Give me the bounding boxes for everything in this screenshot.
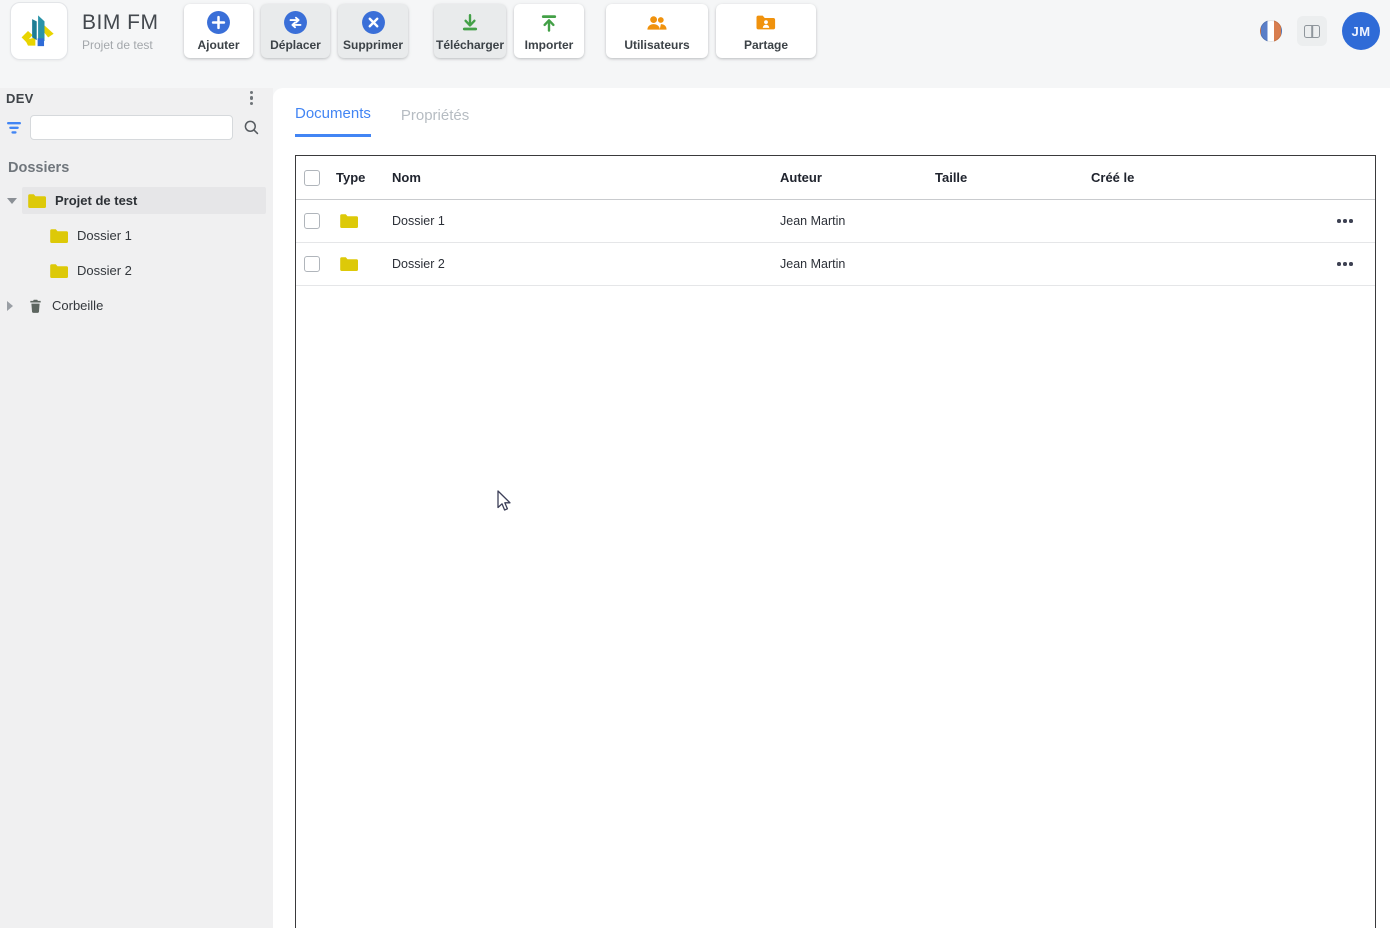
- folder-tree: Projet de test Dossier 1 Dossier 2 Corbe…: [0, 183, 273, 323]
- partage-label: Partage: [743, 37, 789, 52]
- app-title-block: BIM FM Projet de test: [82, 11, 184, 52]
- supprimer-button[interactable]: Supprimer: [338, 4, 408, 58]
- documents-table: Type Nom Auteur Taille Créé le Dossier 1…: [295, 155, 1376, 928]
- tree-item-projet-de-test[interactable]: Projet de test: [0, 183, 273, 218]
- importer-button[interactable]: Importer: [514, 4, 584, 58]
- folder-icon: [50, 263, 68, 278]
- tree-item-dossier-2[interactable]: Dossier 2: [0, 253, 273, 288]
- dossiers-section-title: Dossiers: [8, 160, 70, 176]
- avatar-initials: JM: [1351, 23, 1371, 39]
- shared-folder-icon: [756, 15, 776, 29]
- row-name: Dossier 2: [392, 257, 445, 271]
- sidebar-search-row: [4, 115, 261, 140]
- utilisateurs-button[interactable]: Utilisateurs: [606, 4, 708, 58]
- chevron-down-icon[interactable]: [7, 197, 17, 204]
- folder-icon: [50, 228, 68, 243]
- sidebar-menu-button[interactable]: [246, 89, 257, 108]
- tab-bar: Documents Propriétés: [273, 88, 1390, 137]
- swap-arrows-icon: [284, 11, 307, 34]
- row-actions-button[interactable]: [1333, 213, 1357, 229]
- plus-circle-icon: [207, 11, 230, 34]
- supprimer-label: Supprimer: [343, 38, 404, 52]
- row-checkbox[interactable]: [304, 256, 320, 272]
- tab-documents[interactable]: Documents: [295, 105, 371, 137]
- column-header-type: Type: [336, 170, 366, 185]
- x-circle-icon: [361, 11, 385, 34]
- download-icon: [462, 13, 478, 30]
- column-header-nom: Nom: [392, 170, 421, 185]
- ajouter-label: Ajouter: [197, 38, 240, 52]
- telecharger-button[interactable]: Télécharger: [434, 4, 506, 58]
- table-row[interactable]: Dossier 1 Jean Martin: [296, 200, 1375, 243]
- column-header-cree-le: Créé le: [1091, 170, 1135, 185]
- tab-proprietes[interactable]: Propriétés: [401, 105, 469, 137]
- telecharger-label: Télécharger: [435, 37, 505, 52]
- folder-icon: [28, 193, 46, 208]
- trash-icon: [30, 299, 41, 313]
- tree-item-label: Corbeille: [52, 298, 104, 313]
- project-name: Projet de test: [82, 37, 153, 52]
- deplacer-button[interactable]: Déplacer: [261, 4, 330, 58]
- partage-button[interactable]: Partage: [716, 4, 816, 58]
- table-header-row: Type Nom Auteur Taille Créé le: [296, 156, 1375, 200]
- split-panel-button[interactable]: [1297, 16, 1327, 46]
- deplacer-label: Déplacer: [270, 38, 321, 52]
- search-input[interactable]: [30, 115, 233, 140]
- tree-item-label: Dossier 1: [77, 228, 132, 243]
- user-avatar[interactable]: JM: [1342, 12, 1380, 50]
- upload-icon: [541, 14, 557, 32]
- row-name: Dossier 1: [392, 214, 445, 228]
- row-checkbox[interactable]: [304, 213, 320, 229]
- select-all-checkbox[interactable]: [304, 169, 320, 186]
- tree-item-corbeille[interactable]: Corbeille: [0, 288, 273, 323]
- main-panel: Documents Propriétés Type Nom Auteur Tai…: [273, 88, 1390, 928]
- app-name: BIM FM: [82, 10, 159, 34]
- sidebar: DEV Dossiers Projet de test Dossier 1 Do…: [0, 88, 273, 928]
- env-label: DEV: [6, 90, 34, 106]
- ajouter-button[interactable]: Ajouter: [184, 4, 253, 58]
- importer-label: Importer: [524, 37, 574, 52]
- folder-icon: [340, 214, 358, 228]
- app-logo[interactable]: [10, 2, 68, 60]
- filter-icon[interactable]: [4, 120, 24, 136]
- users-icon: [647, 15, 667, 30]
- split-panel-icon: [1304, 24, 1320, 38]
- tree-item-label: Projet de test: [55, 193, 138, 208]
- folder-icon: [340, 257, 358, 271]
- language-flag-icon[interactable]: [1260, 20, 1282, 42]
- tree-item-label: Dossier 2: [77, 263, 132, 278]
- search-icon[interactable]: [242, 118, 261, 137]
- table-row[interactable]: Dossier 2 Jean Martin: [296, 243, 1375, 286]
- chevron-right-icon[interactable]: [7, 300, 13, 311]
- column-header-auteur: Auteur: [780, 170, 822, 185]
- sidebar-header: DEV: [6, 90, 257, 106]
- utilisateurs-label: Utilisateurs: [624, 37, 690, 52]
- row-author: Jean Martin: [780, 214, 846, 228]
- row-author: Jean Martin: [780, 257, 846, 271]
- bim-logo-icon: [21, 15, 54, 47]
- column-header-taille: Taille: [935, 170, 968, 185]
- tree-item-dossier-1[interactable]: Dossier 1: [0, 218, 273, 253]
- page: BIM FM Projet de test Ajouter Déplacer S…: [0, 0, 1390, 928]
- row-actions-button[interactable]: [1333, 256, 1357, 272]
- topbar: BIM FM Projet de test Ajouter Déplacer S…: [0, 0, 1390, 88]
